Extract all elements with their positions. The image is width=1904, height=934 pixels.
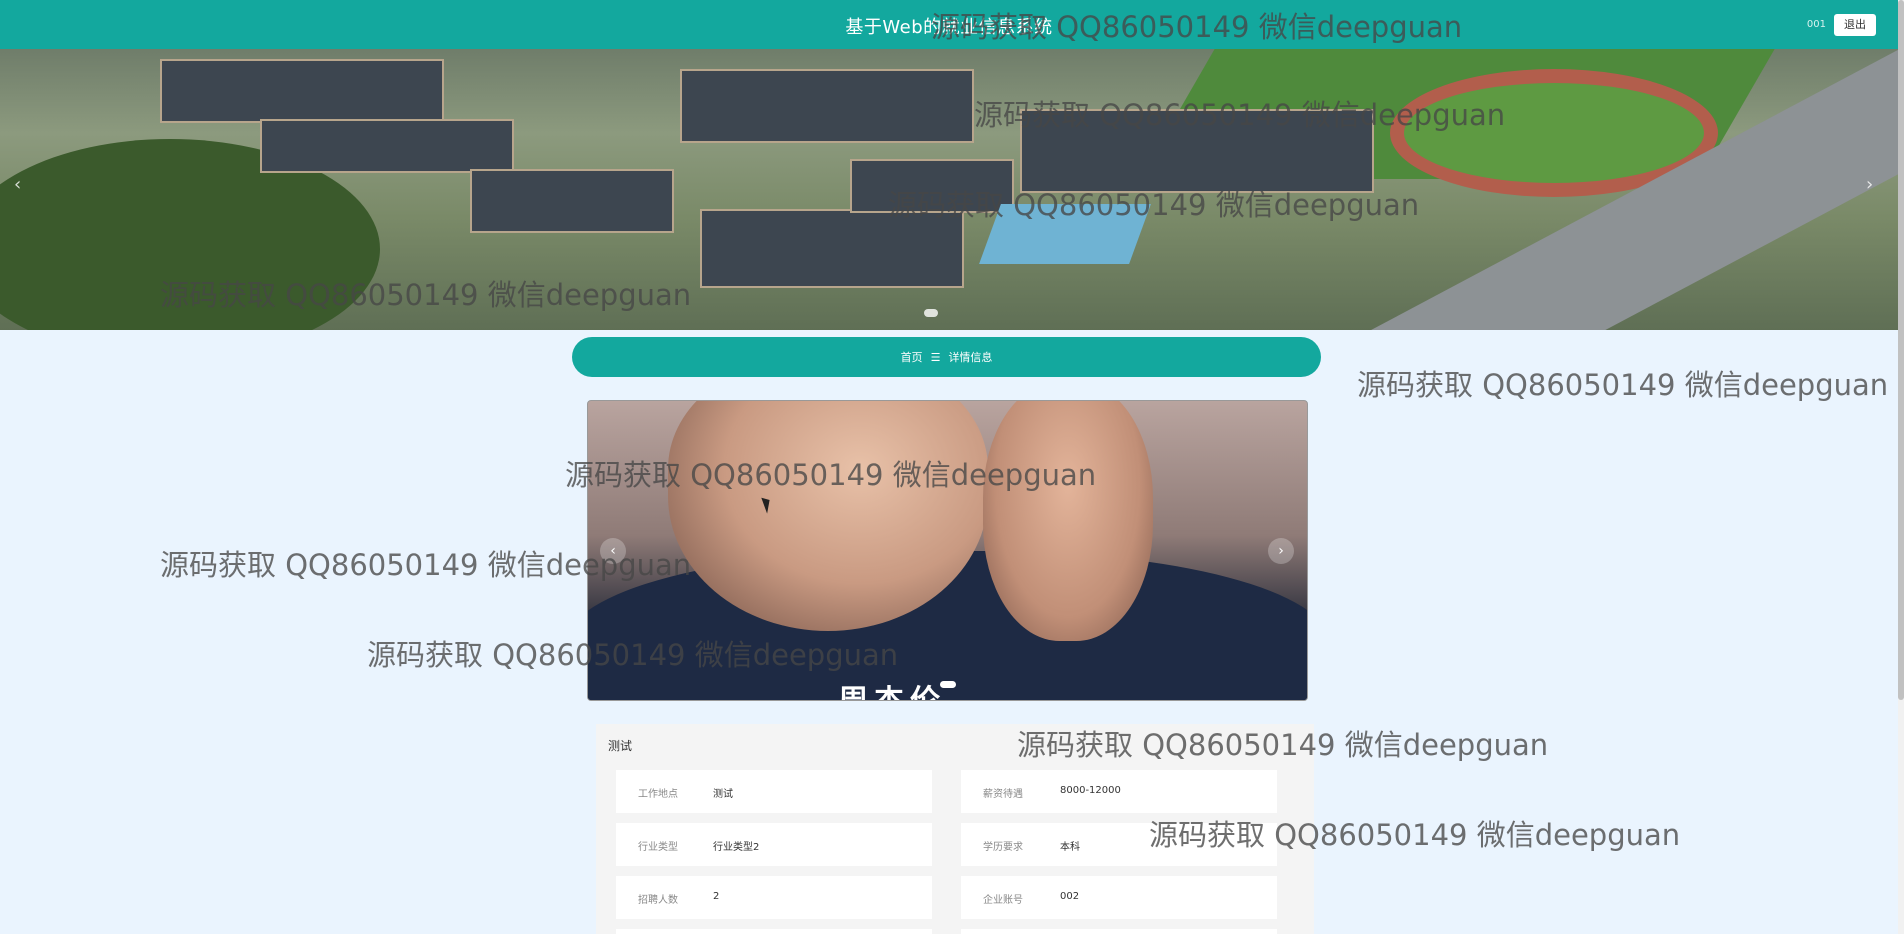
photo-caption: 周杰伦: [838, 676, 946, 700]
breadcrumb-home-link[interactable]: 首页: [901, 349, 923, 365]
field-label: 招聘人数: [638, 895, 678, 906]
banner-indicator-dot[interactable]: [924, 309, 938, 317]
field-label: 薪资待遇: [983, 789, 1023, 800]
top-header: 基于Web的就业信息系统 001 退出: [0, 0, 1898, 49]
job-title: 测试: [608, 739, 633, 753]
field-label: 企业账号: [983, 895, 1023, 906]
watermark-text: 源码获取 QQ86050149 微信deepguan: [1357, 368, 1889, 402]
logout-button[interactable]: 退出: [1834, 14, 1876, 36]
photo-hand: [983, 401, 1153, 641]
building-graphic: [1020, 109, 1374, 193]
field-value: 002: [1060, 891, 1080, 902]
field-company-account: 企业账号 002: [961, 876, 1277, 919]
banner-next-arrow-icon[interactable]: ›: [1866, 174, 1873, 195]
breadcrumb-separator-icon: ☰: [930, 350, 941, 364]
username-label[interactable]: 001: [1807, 19, 1826, 30]
field-salary: 薪资待遇 8000-12000: [961, 770, 1277, 813]
field-partial: [961, 929, 1277, 934]
building-graphic: [680, 69, 974, 143]
field-value: 8000-12000: [1060, 785, 1121, 796]
building-graphic: [470, 169, 674, 233]
scrollbar-thumb[interactable]: [1898, 0, 1904, 700]
field-education: 学历要求 本科: [961, 823, 1277, 866]
field-label: 行业类型: [638, 842, 678, 853]
carousel-next-icon[interactable]: ›: [1268, 538, 1294, 564]
field-label: 学历要求: [983, 842, 1023, 853]
field-work-location: 工作地点 测试: [616, 770, 932, 813]
carousel-prev-icon[interactable]: ‹: [600, 538, 626, 564]
banner-prev-arrow-icon[interactable]: ‹: [14, 174, 21, 195]
job-detail-panel: 测试 工作地点 测试 薪资待遇 8000-12000 行业类型 行业类型2 学历…: [596, 724, 1314, 934]
field-label: 工作地点: [638, 789, 678, 800]
building-graphic: [160, 59, 444, 123]
field-partial: [616, 929, 932, 934]
breadcrumb: 首页 ☰ 详情信息: [572, 337, 1321, 377]
building-graphic: [260, 119, 514, 173]
page-scrollbar[interactable]: [1898, 0, 1904, 934]
field-value: 本科: [1060, 842, 1080, 853]
field-value: 测试: [713, 789, 733, 800]
image-carousel: 周杰伦 ‹ ›: [587, 400, 1308, 701]
banner-carousel: ‹ ›: [0, 49, 1898, 330]
building-graphic: [700, 209, 964, 288]
field-headcount: 招聘人数 2: [616, 876, 932, 919]
breadcrumb-current: 详情信息: [948, 351, 993, 364]
building-graphic: [850, 159, 1014, 213]
field-value: 2: [713, 891, 720, 902]
page-title: 基于Web的就业信息系统: [845, 17, 1053, 38]
field-value: 行业类型2: [713, 842, 760, 853]
carousel-indicator-dot[interactable]: [940, 681, 956, 688]
pool-graphic: [979, 204, 1151, 264]
field-industry-type: 行业类型 行业类型2: [616, 823, 932, 866]
